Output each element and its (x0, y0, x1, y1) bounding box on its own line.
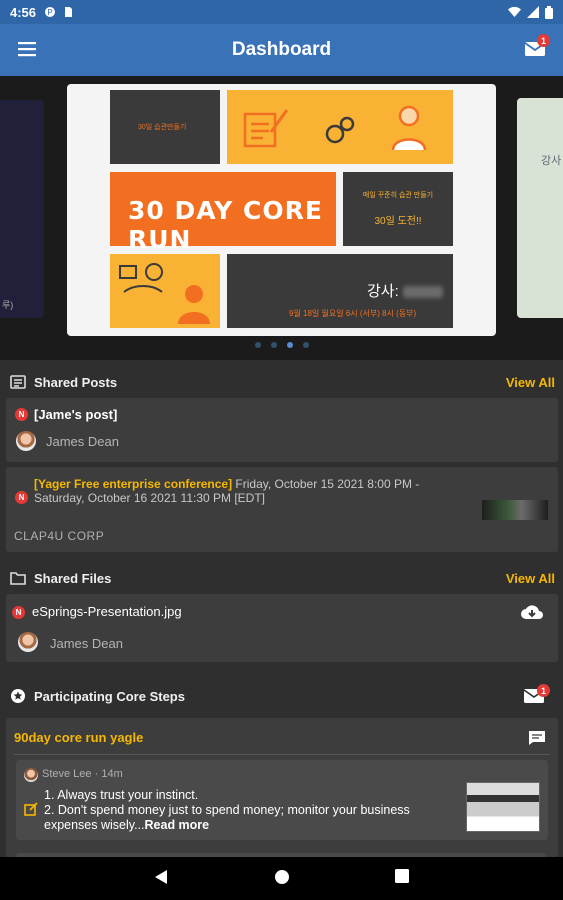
post-author: James Dean (46, 434, 119, 449)
carousel-dot-active[interactable] (286, 342, 293, 348)
back-icon[interactable] (154, 869, 168, 885)
carousel-dot[interactable] (254, 342, 261, 348)
step-time: 14m (101, 768, 123, 780)
shared-files-title: Shared Files (34, 570, 112, 586)
instructor-label: 강사: (367, 283, 399, 300)
step-text: 1. Always trust your instinct. 2. Don't … (44, 788, 444, 833)
file-author: James Dean (50, 636, 123, 651)
slide-small-label: 30일 습관만들기 (138, 124, 187, 131)
slide-title-tile: 30 DAY CORE RUN (110, 172, 336, 254)
sd-card-icon (65, 7, 73, 17)
home-icon[interactable] (274, 869, 290, 885)
core-steps-mail-button[interactable]: 1 (523, 684, 550, 706)
core-step-group[interactable]: 90day core run yagle Steve Lee · 14m 1. … (6, 718, 558, 858)
avatar (16, 431, 36, 451)
cloud-download-icon[interactable] (520, 602, 544, 622)
carousel-prev-slide[interactable]: 루) (0, 100, 44, 318)
new-badge: N (15, 408, 28, 421)
page-title: Dashboard (231, 39, 332, 60)
carousel-active-slide[interactable]: 30일 습관만들기 30 DAY CORE RUN 매일 꾸준히 습관 만들기 … (67, 84, 496, 336)
file-name: eSprings-Presentation.jpg (32, 604, 182, 619)
shared-posts-header: Shared Posts View All (0, 364, 563, 400)
menu-icon[interactable] (16, 38, 38, 60)
new-badge: N (15, 491, 28, 504)
banner-carousel[interactable]: 루) 강사 30일 습관만들기 30 DAY CORE RUN 매일 꾸준히 습… (0, 76, 563, 360)
read-more-link[interactable]: Read more (145, 818, 210, 832)
slide-tile: 30일 습관만들기 (110, 90, 220, 164)
core-steps-title: Participating Core Steps (34, 688, 185, 704)
group-title[interactable]: 90day core run yagle (14, 730, 143, 745)
headset-person-icon (178, 285, 210, 324)
svg-text:P: P (47, 8, 52, 17)
step-line2: 2. Don't spend money just to spend money… (44, 803, 410, 832)
step-thumbnail[interactable] (466, 782, 540, 832)
slide-tile-money (110, 254, 220, 328)
divider (14, 754, 550, 755)
core-steps-mail-badge: 1 (537, 684, 550, 697)
event-card[interactable]: N [Yager Free enterprise conference] Fri… (6, 467, 558, 552)
data-saver-icon: P (45, 7, 56, 17)
carousel-indicator (0, 342, 563, 348)
recents-icon[interactable] (395, 869, 409, 883)
new-badge: N (12, 606, 25, 619)
step-meta: Steve Lee · 14m (42, 768, 123, 780)
step-line1: 1. Always trust your instinct. (44, 788, 199, 802)
slide-tile-korean: 매일 꾸준히 습관 만들기 30일 도전!! (343, 172, 453, 246)
wifi-icon (508, 6, 521, 17)
carousel-dot[interactable] (270, 342, 277, 348)
event-title: [Yager Free enterprise conference] (34, 477, 233, 491)
step-post[interactable]: Steve Lee · 14m 1. Always trust your ins… (16, 760, 548, 840)
app-bar: Dashboard 1 (0, 24, 563, 76)
slide-tile-instructor: 강사: 9월 18일 월요일 6시 (서부) 8시 (동부) (227, 254, 453, 328)
mail-button[interactable]: 1 (523, 34, 550, 62)
slide-instructor: 강사: (367, 280, 443, 301)
signal-icon (527, 6, 539, 18)
checklist-icon (243, 109, 289, 148)
slide-korean-line1: 매일 꾸준히 습관 만들기 (362, 192, 434, 199)
shared-posts-view-all[interactable]: View All (506, 375, 555, 390)
shared-posts-title: Shared Posts (34, 374, 118, 390)
event-info: [Yager Free enterprise conference] Frida… (34, 477, 434, 505)
post-title: [Jame's post] (34, 407, 118, 422)
slide-korean-line2: 30일 도전!! (374, 216, 422, 227)
carousel-dot[interactable] (302, 342, 309, 348)
carousel-next-slide[interactable]: 강사 (517, 98, 563, 318)
list-icon (10, 375, 26, 389)
slide-schedule: 9월 18일 월요일 6시 (서부) 8시 (동부) (289, 309, 417, 318)
event-thumbnail (482, 500, 548, 520)
folder-icon (10, 572, 26, 585)
status-time: 4:56 (10, 4, 37, 20)
shared-files-view-all[interactable]: View All (506, 571, 555, 586)
core-steps-header: Participating Core Steps 1 (0, 678, 563, 714)
avatar (18, 632, 38, 652)
post-card[interactable]: N [Jame's post] James Dean (6, 398, 558, 462)
mail-badge: 1 (537, 34, 550, 47)
system-nav-bar (0, 857, 563, 900)
gears-icon (325, 116, 355, 144)
prev-slide-text: 루) (2, 300, 14, 310)
edit-icon (24, 802, 38, 816)
chat-icon[interactable] (528, 730, 546, 746)
money-exchange-icon (119, 263, 163, 293)
event-company: CLAP4U CORP (14, 529, 105, 543)
status-bar: 4:56 P (0, 0, 563, 24)
next-slide-text: 강사 (541, 155, 562, 167)
shared-files-header: Shared Files View All (0, 560, 563, 596)
slide-tile-icons (227, 90, 453, 164)
step-author: Steve Lee (42, 768, 92, 780)
avatar (24, 768, 38, 782)
battery-icon (545, 5, 553, 19)
star-circle-icon (11, 689, 25, 703)
file-card[interactable]: N eSprings-Presentation.jpg James Dean (6, 594, 558, 662)
person-icon (391, 105, 427, 151)
slide-title: 30 DAY CORE RUN (128, 196, 323, 254)
instructor-name-blurred (402, 286, 443, 299)
